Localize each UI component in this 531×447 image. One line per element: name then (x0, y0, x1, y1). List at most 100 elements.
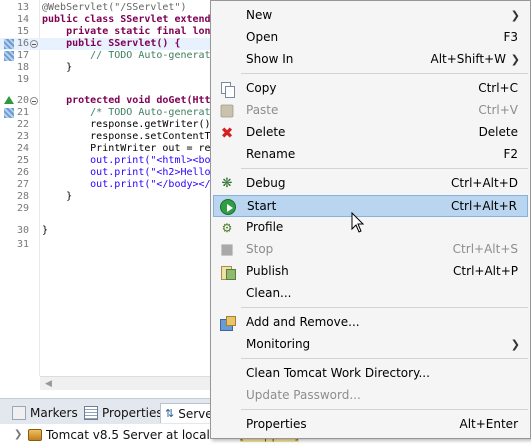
menu-item-monitoring[interactable]: Monitoring ❯ (213, 334, 528, 356)
menu-item-update-password: Update Password... (213, 385, 528, 407)
menu-item-shortcut: Ctrl+C (478, 81, 518, 95)
menu-item-open[interactable]: Open F3 (213, 27, 528, 49)
menu-item-copy[interactable]: Copy Ctrl+C (213, 78, 528, 100)
tab-markers[interactable]: Markers (8, 403, 82, 423)
code-text: out.print("<html><bo (42, 155, 211, 166)
editor-horizontal-scrollbar[interactable]: ◀ (40, 376, 220, 390)
menu-item-shortcut: Ctrl+V (478, 103, 518, 117)
menu-item-label: Copy (246, 81, 277, 95)
code-text: } (42, 225, 49, 236)
tab-servers[interactable]: ⇅ Server (160, 403, 212, 423)
server-name: Tomcat v8.5 Server at localhost (46, 428, 236, 442)
override-arrow-icon (4, 96, 14, 104)
menu-item-shortcut: Delete (478, 125, 518, 139)
code-text: response.getWriter() (42, 119, 211, 130)
fold-toggle-icon[interactable] (30, 97, 38, 105)
menu-item-shortcut: F3 (503, 30, 518, 44)
servers-icon: ⇅ (165, 406, 175, 420)
tab-label: Properties (102, 406, 163, 420)
menu-item-label: Profile (246, 220, 284, 234)
menu-separator (241, 358, 528, 359)
markers-icon (12, 406, 26, 420)
copy-icon (219, 81, 235, 98)
menu-item-start[interactable]: Start Ctrl+Alt+R (213, 195, 528, 217)
menu-item-show-in[interactable]: Show In Alt+Shift+W ❯ (213, 49, 528, 71)
line-number: 27 (17, 179, 30, 190)
menu-item-profile[interactable]: ⚙ Profile (213, 217, 528, 239)
paste-icon (220, 104, 234, 118)
profile-icon: ⚙ (221, 221, 233, 235)
menu-item-label: Add and Remove... (246, 315, 360, 329)
tab-label: Markers (30, 406, 78, 420)
code-text: protected void doGet(Htt (42, 95, 211, 106)
menu-item-shortcut: F2 (503, 147, 518, 161)
menu-item-shortcut: Alt+Shift+W (430, 52, 507, 66)
submenu-arrow-icon: ❯ (510, 53, 520, 66)
menu-item-label: Paste (246, 103, 279, 117)
code-text: } (42, 191, 73, 202)
line-number: 17 (17, 50, 30, 61)
start-icon (220, 199, 236, 215)
line-number: 22 (17, 119, 30, 130)
line-number: 25 (17, 155, 30, 166)
line-number: 23 (17, 131, 30, 142)
submenu-arrow-icon: ❯ (510, 338, 520, 351)
menu-item-label: New (246, 8, 273, 22)
menu-item-new[interactable]: New ❯ (213, 5, 528, 27)
line-number: 24 (17, 143, 30, 154)
line-number: 26 (17, 167, 30, 178)
menu-item-paste: Paste Ctrl+V (213, 100, 528, 122)
code-text: public SServlet() { (42, 38, 181, 49)
menu-item-rename[interactable]: Rename F2 (213, 144, 528, 166)
line-number: 28 (17, 191, 30, 202)
menu-item-label: Delete (246, 125, 286, 139)
menu-item-label: Stop (246, 242, 274, 256)
mouse-pointer-icon (351, 212, 365, 233)
debug-icon: ❋ (221, 176, 233, 191)
tab-properties[interactable]: Properties (80, 403, 167, 423)
line-number: 16 (17, 38, 30, 49)
menu-item-label: Rename (246, 147, 296, 161)
code-text: } (42, 62, 73, 73)
menu-item-add-and-remove[interactable]: Add and Remove... (213, 312, 528, 334)
line-number: 18 (17, 62, 30, 73)
menu-item-clean[interactable]: Clean... (213, 283, 528, 305)
menu-item-debug[interactable]: ❋ Debug Ctrl+Alt+D (213, 173, 528, 195)
code-text: /* TODO Auto-generat (42, 107, 211, 118)
menu-item-label: Debug (246, 176, 286, 190)
line-number: 20 (17, 95, 30, 106)
line-number: 15 (17, 26, 30, 37)
code-text: private static final lon (42, 26, 211, 37)
menu-item-label: Clean... (246, 286, 292, 300)
task-marker-icon (4, 108, 14, 118)
override-marker-icon (4, 39, 14, 49)
menu-item-shortcut: Ctrl+Alt+S (452, 242, 518, 256)
scroll-left-icon[interactable]: ◀ (45, 379, 52, 389)
menu-item-publish[interactable]: Publish Ctrl+Alt+P (213, 261, 528, 283)
tomcat-server-icon (28, 429, 42, 441)
menu-item-shortcut: Ctrl+Alt+R (450, 199, 517, 213)
code-text: out.print("</body></ (42, 179, 211, 190)
menu-item-stop: Stop Ctrl+Alt+S (213, 239, 528, 261)
line-number: 29 (17, 203, 30, 214)
line-number: 30 (17, 225, 30, 236)
menu-item-label: Show In (246, 52, 294, 66)
tab-label: Server (178, 406, 212, 421)
properties-icon (84, 406, 98, 420)
menu-item-label: Clean Tomcat Work Directory... (246, 366, 430, 380)
menu-item-shortcut: Ctrl+Alt+P (453, 264, 518, 278)
menu-item-delete[interactable]: ✖ Delete Delete (213, 122, 528, 144)
code-text: response.setContentT (42, 131, 211, 142)
menu-separator (241, 168, 528, 169)
code-text: // TODO Auto-generat (42, 50, 211, 61)
line-number: 19 (17, 74, 30, 85)
menu-item-properties[interactable]: Properties Alt+Enter (213, 414, 528, 436)
fold-toggle-icon[interactable] (30, 40, 38, 48)
line-number: 13 (17, 2, 30, 13)
expand-chevron-icon[interactable]: ❯ (14, 429, 22, 440)
line-number: 21 (17, 107, 30, 118)
menu-item-label: Properties (246, 417, 307, 431)
line-number: 31 (17, 239, 30, 250)
menu-item-clean-work-directory[interactable]: Clean Tomcat Work Directory... (213, 363, 528, 385)
menu-item-label: Update Password... (246, 388, 361, 402)
